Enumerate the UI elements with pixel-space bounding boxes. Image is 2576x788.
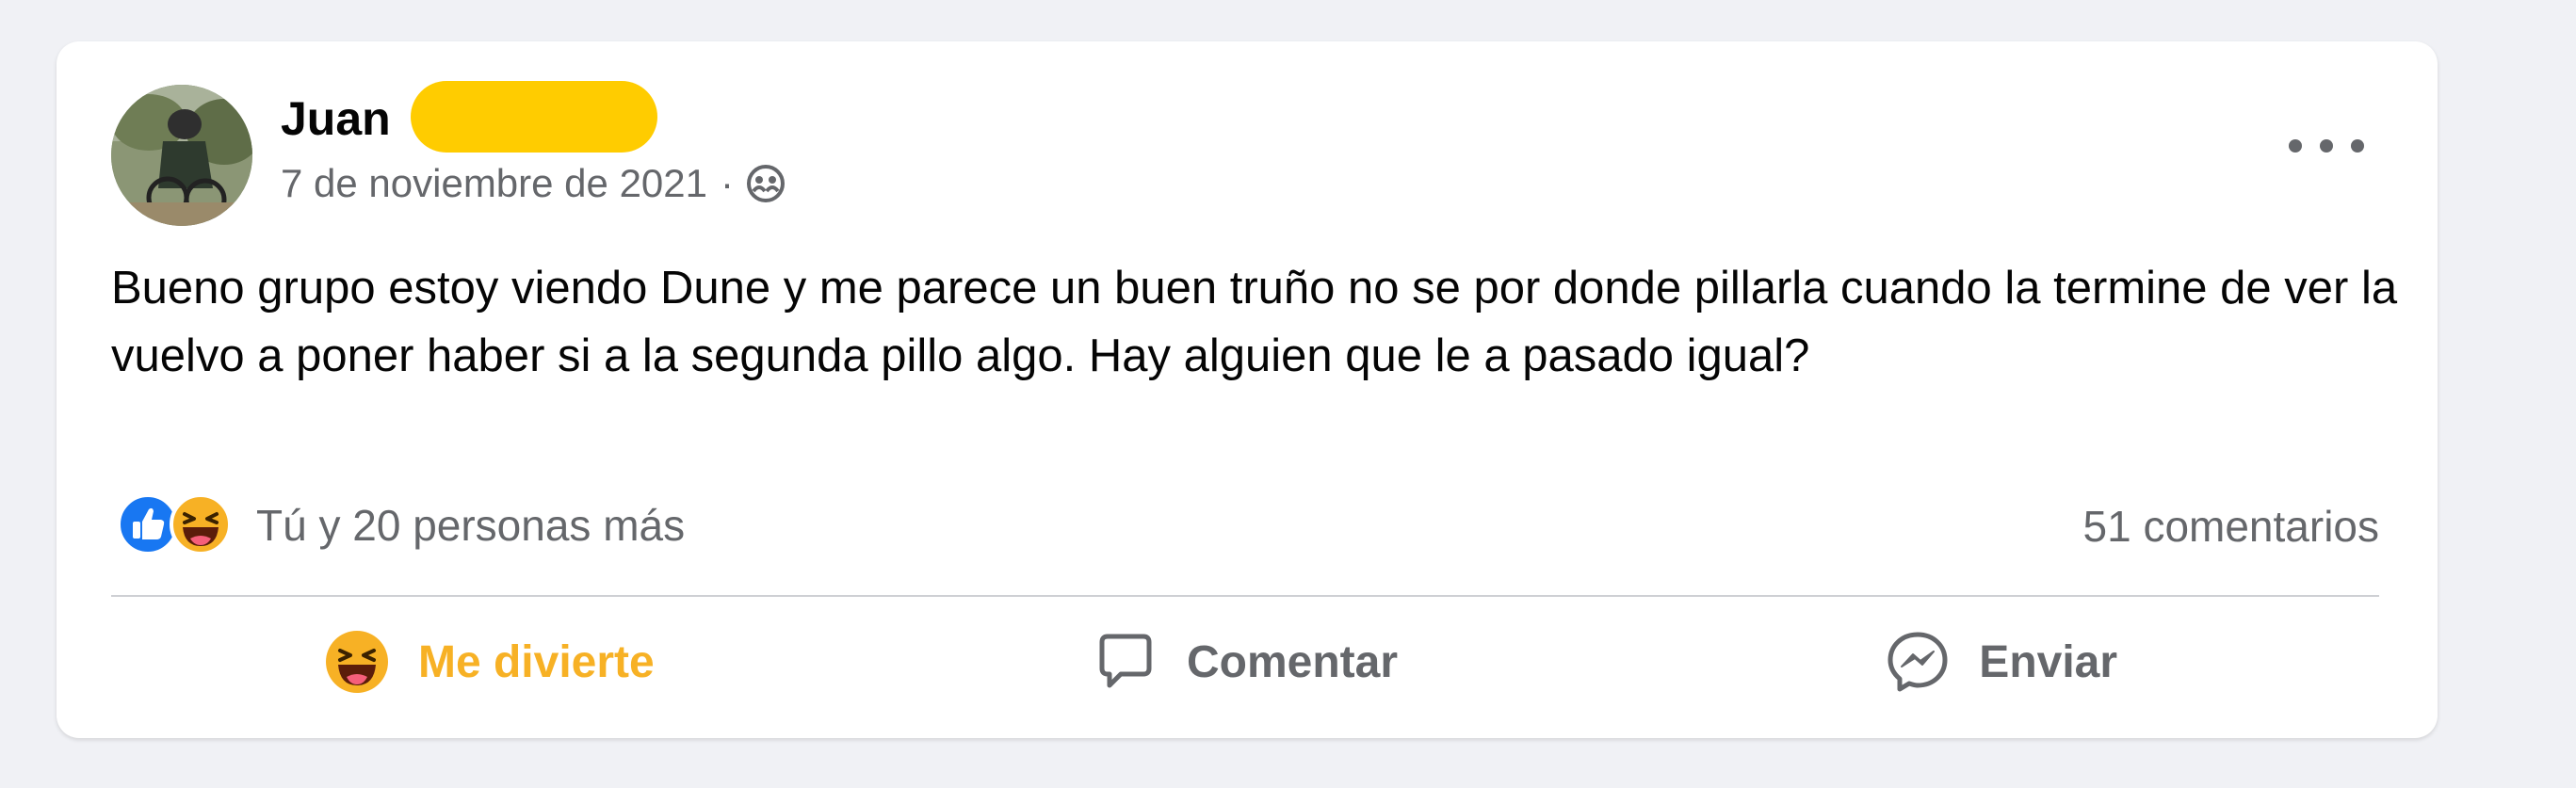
send-button-label: Enviar xyxy=(1979,636,2118,687)
post-meta: 7 de noviembre de 2021 · xyxy=(281,158,786,209)
post-text: Bueno grupo estoy viendo Dune y me parec… xyxy=(111,263,2398,381)
haha-icon xyxy=(170,493,232,555)
post-actions: Me divierte Comentar Enviar xyxy=(111,610,2379,714)
haha-icon xyxy=(325,631,388,693)
comment-button[interactable]: Comentar xyxy=(867,610,1624,714)
comments-count[interactable]: 51 comentarios xyxy=(2083,501,2380,552)
send-button[interactable]: Enviar xyxy=(1623,610,2379,714)
messenger-icon xyxy=(1887,632,1948,692)
reactions-summary[interactable]: Tú y 20 personas más xyxy=(111,491,685,559)
more-options-icon[interactable] xyxy=(2289,132,2364,160)
divider xyxy=(111,595,2379,597)
avatar-photo xyxy=(111,85,252,226)
post-card: Juan 7 de noviembre de 2021 · Bueno grup… xyxy=(57,41,2438,738)
react-button[interactable]: Me divierte xyxy=(111,610,867,714)
avatar[interactable] xyxy=(111,85,252,226)
meta-separator: · xyxy=(721,161,734,205)
comment-button-label: Comentar xyxy=(1186,636,1399,687)
name-redaction xyxy=(411,81,657,153)
comment-icon xyxy=(1099,634,1152,688)
author-name[interactable]: Juan xyxy=(281,88,391,149)
reaction-icons xyxy=(111,491,243,559)
reactions-text[interactable]: Tú y 20 personas más xyxy=(256,500,685,551)
post-date[interactable]: 7 de noviembre de 2021 xyxy=(281,158,707,209)
react-button-label: Me divierte xyxy=(417,636,655,687)
friends-globe-icon xyxy=(747,165,785,202)
